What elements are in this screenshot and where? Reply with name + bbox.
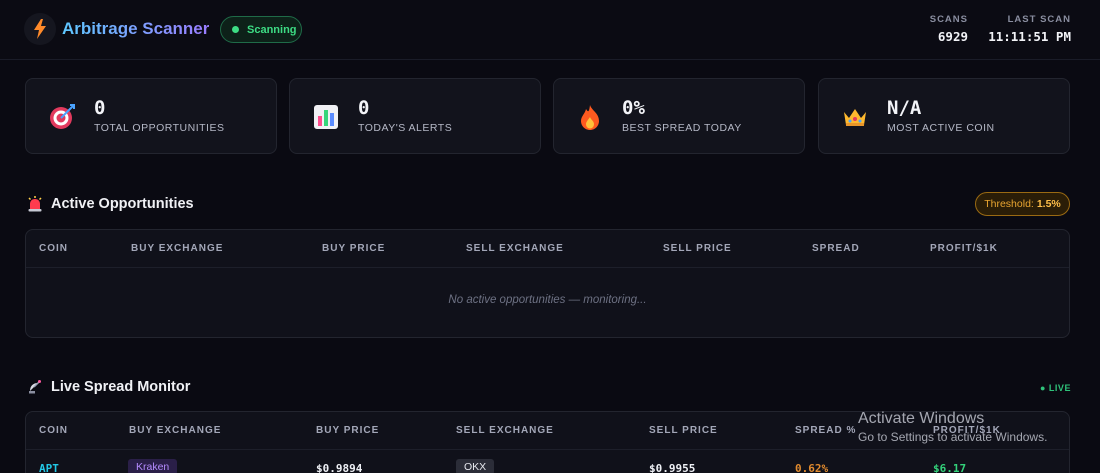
profit-cell: $6.17: [933, 462, 967, 473]
last-scan-label: LAST SCAN: [1007, 14, 1071, 25]
sell-price-cell: $0.9955: [649, 462, 696, 473]
column-header[interactable]: PROFIT/$1K: [930, 243, 998, 254]
status-badge: Scanning: [220, 16, 302, 43]
watermark-title: Activate Windows: [858, 410, 985, 427]
threshold-label: Threshold:: [984, 198, 1034, 210]
siren-icon: [27, 196, 43, 212]
buy-exchange-tag: Kraken: [128, 459, 178, 473]
column-header[interactable]: BUY EXCHANGE: [131, 243, 223, 254]
last-scan-value: 11:11:51 PM: [988, 29, 1071, 44]
fire-icon: [576, 103, 604, 131]
column-header[interactable]: BUY PRICE: [316, 425, 379, 436]
stat-label: BEST SPREAD TODAY: [622, 122, 742, 134]
table-header: COIN BUY EXCHANGE BUY PRICE SELL EXCHANG…: [26, 230, 1069, 268]
column-header[interactable]: SPREAD: [812, 243, 860, 254]
coin-cell: APT: [39, 462, 59, 473]
table-row[interactable]: APT Kraken $0.9894 OKX $0.9955 0.62% $6.…: [26, 450, 1069, 473]
live-indicator: ● LIVE: [1040, 383, 1071, 393]
stat-label: TODAY'S ALERTS: [358, 122, 453, 134]
section-title-text: Live Spread Monitor: [51, 379, 191, 395]
scans-stat: SCANS 6929: [922, 14, 968, 44]
stat-label: TOTAL OPPORTUNITIES: [94, 122, 225, 134]
crown-icon: [841, 103, 869, 131]
empty-state-message: No active opportunities — monitoring...: [448, 294, 647, 306]
stat-label: MOST ACTIVE COIN: [887, 122, 995, 134]
stat-card-most-active-coin: N/A MOST ACTIVE COIN: [818, 78, 1070, 154]
stat-card-total-opportunities: 0 TOTAL OPPORTUNITIES: [25, 78, 277, 154]
threshold-badge[interactable]: Threshold: 1.5%: [975, 192, 1070, 216]
stat-value: 0: [358, 97, 370, 119]
status-dot-icon: [232, 26, 239, 33]
stat-value: 0: [94, 97, 106, 119]
column-header[interactable]: BUY EXCHANGE: [129, 425, 221, 436]
scans-value: 6929: [937, 29, 968, 44]
app-header: Arbitrage Scanner Scanning SCANS 6929 LA…: [0, 0, 1100, 60]
stat-card-todays-alerts: 0 TODAY'S ALERTS: [289, 78, 541, 154]
opportunities-table: COIN BUY EXCHANGE BUY PRICE SELL EXCHANG…: [25, 229, 1070, 338]
section-title-text: Active Opportunities: [51, 196, 194, 212]
buy-price-cell: $0.9894: [316, 462, 363, 473]
windows-activation-watermark: Activate Windows Go to Settings to activ…: [858, 410, 1047, 444]
column-header[interactable]: SELL EXCHANGE: [456, 425, 554, 436]
section-title-live-spread-monitor: Live Spread Monitor: [27, 379, 190, 395]
lightning-bolt-icon: [24, 13, 56, 45]
column-header[interactable]: SPREAD %: [795, 425, 856, 436]
column-header[interactable]: SELL PRICE: [649, 425, 718, 436]
bar-chart-icon: [312, 103, 340, 131]
stat-value: 0%: [622, 97, 645, 119]
column-header[interactable]: COIN: [39, 243, 68, 254]
spread-cell: 0.62%: [795, 462, 829, 473]
stat-card-best-spread: 0% BEST SPREAD TODAY: [553, 78, 805, 154]
watermark-subtitle: Go to Settings to activate Windows.: [858, 430, 1048, 444]
column-header[interactable]: SELL PRICE: [663, 243, 732, 254]
column-header[interactable]: SELL EXCHANGE: [466, 243, 564, 254]
column-header[interactable]: BUY PRICE: [322, 243, 385, 254]
sell-exchange-tag: OKX: [456, 459, 495, 473]
last-scan-stat: LAST SCAN 11:11:51 PM: [985, 14, 1071, 44]
app-title: Arbitrage Scanner: [62, 19, 210, 38]
column-header[interactable]: COIN: [39, 425, 68, 436]
target-icon: [48, 103, 76, 131]
scans-label: SCANS: [929, 14, 968, 25]
threshold-value: 1.5%: [1036, 198, 1061, 210]
satellite-icon: [27, 379, 43, 395]
stat-value: N/A: [887, 97, 922, 119]
section-title-active-opportunities: Active Opportunities: [27, 196, 194, 212]
status-label: Scanning: [247, 23, 297, 36]
